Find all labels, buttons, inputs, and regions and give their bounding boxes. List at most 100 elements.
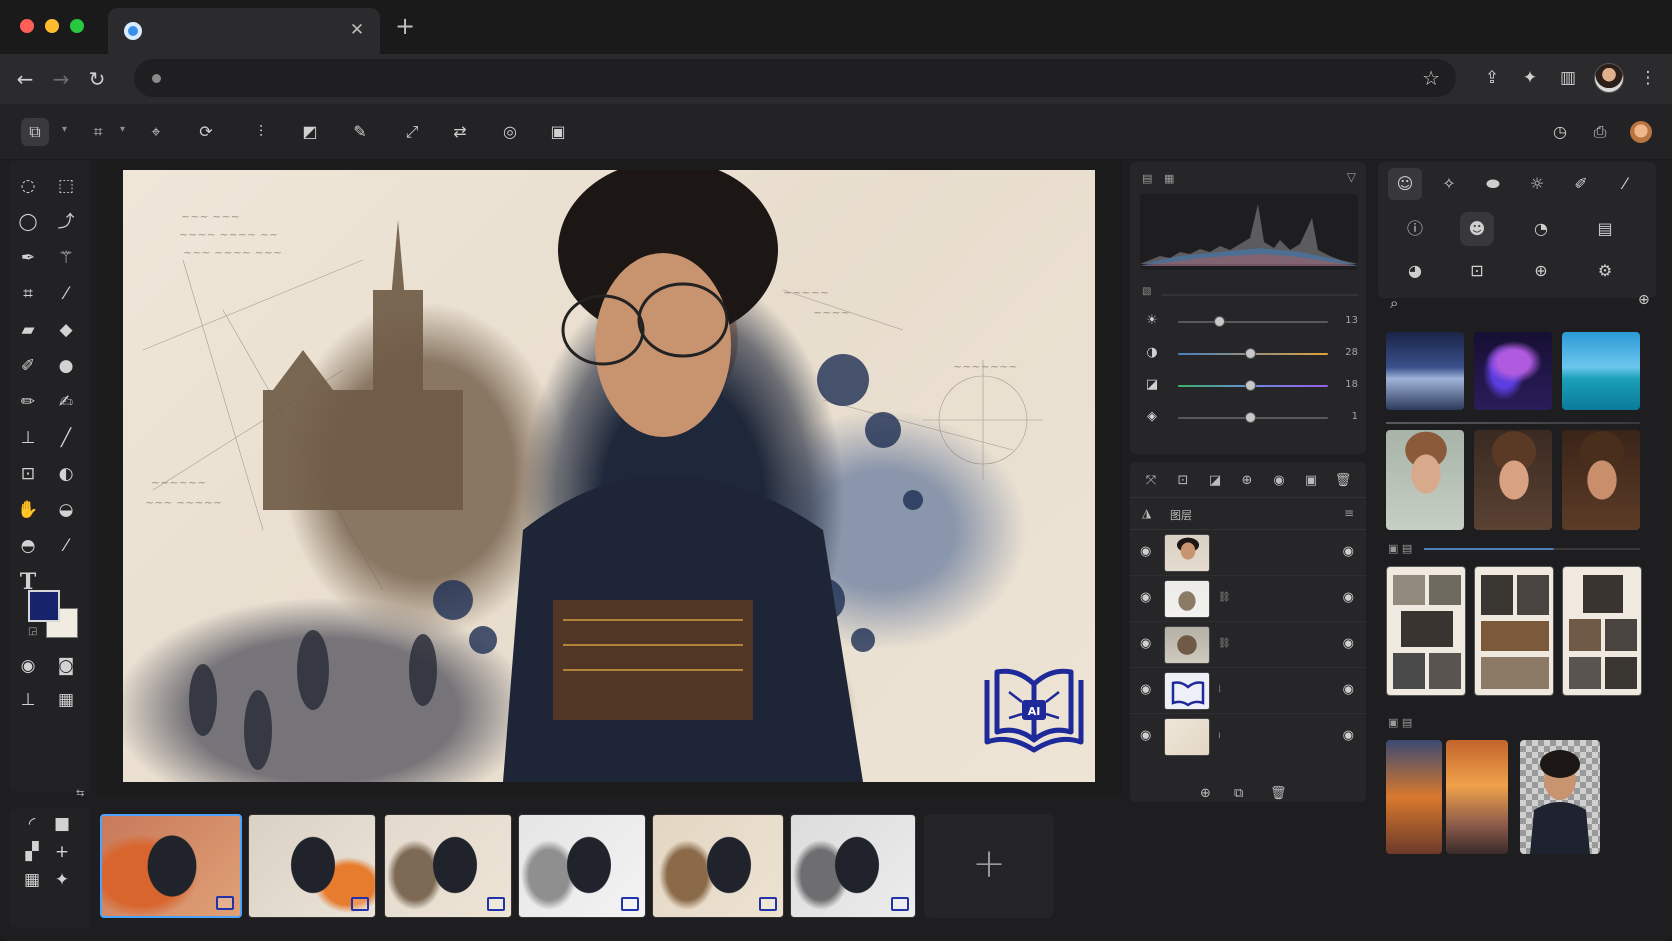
asset-aurora[interactable]	[1474, 332, 1552, 410]
eyedropper-icon[interactable]: ⁄	[50, 278, 82, 310]
stamp-icon[interactable]: ⊥	[12, 422, 44, 454]
address-bar[interactable]: ☆	[134, 59, 1456, 97]
sparkle-icon[interactable]: ✦	[46, 864, 78, 896]
chevron-down-icon[interactable]: ▾	[62, 124, 67, 135]
magic-wand-tab-icon[interactable]: ✧	[1432, 168, 1466, 200]
contrast-slider-knob[interactable]	[1245, 348, 1256, 359]
minimize-window-button[interactable]	[45, 19, 59, 33]
artwork-canvas[interactable]: ~~~ ~~~ ~~~~ ~~~~ ~~ ~~~ ~~~~ ~~~ ~~~~~~…	[123, 170, 1095, 782]
portrait-tab-icon[interactable]: ☺	[1388, 168, 1422, 200]
eye-icon[interactable]: ◉	[1140, 636, 1151, 651]
layer-row[interactable]: ◉ ı ◉	[1130, 714, 1366, 760]
relight-tab-icon[interactable]: ☼	[1520, 168, 1554, 200]
brightness-slider-knob[interactable]	[1213, 316, 1225, 327]
extensions-icon[interactable]: ✦	[1518, 66, 1542, 90]
sponge-icon[interactable]: ◓	[12, 530, 44, 562]
delete-layer-icon[interactable]: 🗑	[1270, 786, 1287, 801]
lasso-icon[interactable]: ◯	[12, 206, 44, 238]
brush-tab-icon[interactable]: ✐	[1564, 168, 1598, 200]
link-icon[interactable]: ⛓	[1218, 638, 1231, 649]
zoom-face-icon[interactable]: ⊕	[1524, 254, 1558, 288]
search-layer-icon[interactable]: ⊕	[1238, 472, 1256, 490]
target-icon[interactable]: ◉	[1270, 472, 1288, 490]
mask-layer-icon[interactable]: ▣	[1302, 472, 1320, 490]
close-tab-button[interactable]: ✕	[346, 19, 368, 41]
ellipse-select-icon[interactable]: ◌	[12, 170, 44, 202]
asset-collage-1[interactable]	[1386, 566, 1466, 696]
layer-row[interactable]: ◉ ⛓ ◉	[1130, 576, 1366, 622]
variation-thumb-1[interactable]	[100, 814, 242, 918]
forward-button[interactable]: →	[48, 66, 74, 92]
maximize-window-button[interactable]	[70, 19, 84, 33]
visibility-icon[interactable]: ◉	[1343, 728, 1354, 743]
grid-icon[interactable]: ▦	[16, 864, 48, 896]
asset-tropical-island[interactable]	[1562, 332, 1640, 410]
blur-drop-icon[interactable]: ●	[50, 350, 82, 382]
asset-mountain-night[interactable]	[1386, 332, 1464, 410]
adjust-presets-icon[interactable]: ▧	[1142, 286, 1151, 297]
rotate-button[interactable]: ⟳	[192, 118, 220, 146]
chevron-down-icon[interactable]: ▾	[120, 124, 125, 135]
asset-collage-3[interactable]	[1562, 566, 1642, 696]
asset-sunset-sky-1[interactable]	[1386, 740, 1442, 854]
site-info-icon[interactable]	[152, 74, 161, 83]
reset-colors-icon[interactable]: ◲	[28, 626, 37, 637]
variation-thumb-5[interactable]	[652, 814, 784, 918]
trash-icon[interactable]: 🗑	[1334, 472, 1352, 490]
magic-wand-icon[interactable]: ⚚	[50, 242, 82, 274]
history-icon[interactable]: ◷	[1546, 118, 1574, 146]
artboard-icon[interactable]: ⊡	[12, 458, 44, 490]
eye-icon[interactable]: ◉	[1140, 590, 1151, 605]
stamp-alt-icon[interactable]: ⊥	[12, 684, 44, 716]
reload-button[interactable]: ↻	[84, 66, 110, 92]
crop-tool-button[interactable]: ⌗	[84, 118, 112, 146]
smudge-icon[interactable]: ✍	[50, 386, 82, 418]
brush-icon[interactable]: ✐	[12, 350, 44, 382]
mask-button[interactable]: ◎	[496, 118, 524, 146]
eraser-icon[interactable]: ▰	[12, 314, 44, 346]
transform-button[interactable]: ◩	[296, 118, 324, 146]
variation-thumb-2[interactable]	[248, 814, 376, 918]
asset-cutout-person[interactable]	[1520, 740, 1600, 854]
add-variation-button[interactable]: +	[924, 814, 1054, 918]
duplicate-layer-icon[interactable]: ⧉	[1234, 786, 1243, 801]
link-icon[interactable]: ⛓	[1218, 592, 1231, 603]
layer-row[interactable]: ◉ ⛓ ◉	[1130, 622, 1366, 668]
new-tab-button[interactable]: +	[392, 14, 418, 40]
histogram-icon[interactable]: ▤	[1142, 172, 1156, 186]
close-window-button[interactable]	[20, 19, 34, 33]
link-icon[interactable]: ⁞	[1218, 684, 1221, 695]
fit-icon[interactable]: ⤧	[1142, 472, 1160, 490]
visibility-icon[interactable]: ◉	[1343, 682, 1354, 697]
focus-frame-icon[interactable]: ⊡	[1460, 254, 1494, 288]
blob-tab-icon[interactable]: ⬬	[1476, 168, 1510, 200]
burn-icon[interactable]: ◒	[50, 494, 82, 526]
rect-select-icon[interactable]: ⬚	[50, 170, 82, 202]
sidebar-icon[interactable]: ▥	[1556, 66, 1580, 90]
resize-button[interactable]: ⤢	[398, 118, 426, 146]
asset-sunset-sky-2[interactable]	[1446, 740, 1508, 854]
asset-portrait-3[interactable]	[1562, 430, 1640, 530]
visibility-icon[interactable]: ◉	[1343, 544, 1354, 559]
profile-avatar[interactable]	[1594, 63, 1624, 93]
search-icon[interactable]: ⌕	[1390, 294, 1398, 312]
eye-icon[interactable]: ◉	[1140, 544, 1151, 559]
brightness-slider[interactable]	[1178, 321, 1328, 323]
eye-icon[interactable]: ◉	[1140, 682, 1151, 697]
select-layer-icon[interactable]: ⊡	[1174, 472, 1192, 490]
variation-thumb-6[interactable]	[790, 814, 916, 918]
pen-icon[interactable]: ✒	[12, 242, 44, 274]
perspective-crop-button[interactable]: ⌖	[142, 118, 170, 146]
user-avatar[interactable]	[1630, 121, 1652, 143]
pencil-icon[interactable]: ✏	[12, 386, 44, 418]
magnetic-lasso-icon[interactable]: ⤴	[50, 206, 82, 238]
layer-row[interactable]: ◉ ⁞ ◉	[1130, 668, 1366, 714]
compare-icon[interactable]: ▤	[1588, 212, 1622, 246]
saturation-slider-knob[interactable]	[1245, 380, 1256, 391]
eye-icon[interactable]: ◉	[1140, 728, 1151, 743]
fill-bucket-icon[interactable]: ◆	[50, 314, 82, 346]
channels-icon[interactable]: ▦	[1164, 172, 1178, 186]
layers-menu-icon[interactable]: ≡	[1344, 506, 1354, 520]
asset-collage-2[interactable]	[1474, 566, 1554, 696]
visibility-icon[interactable]: ◉	[1343, 590, 1354, 605]
